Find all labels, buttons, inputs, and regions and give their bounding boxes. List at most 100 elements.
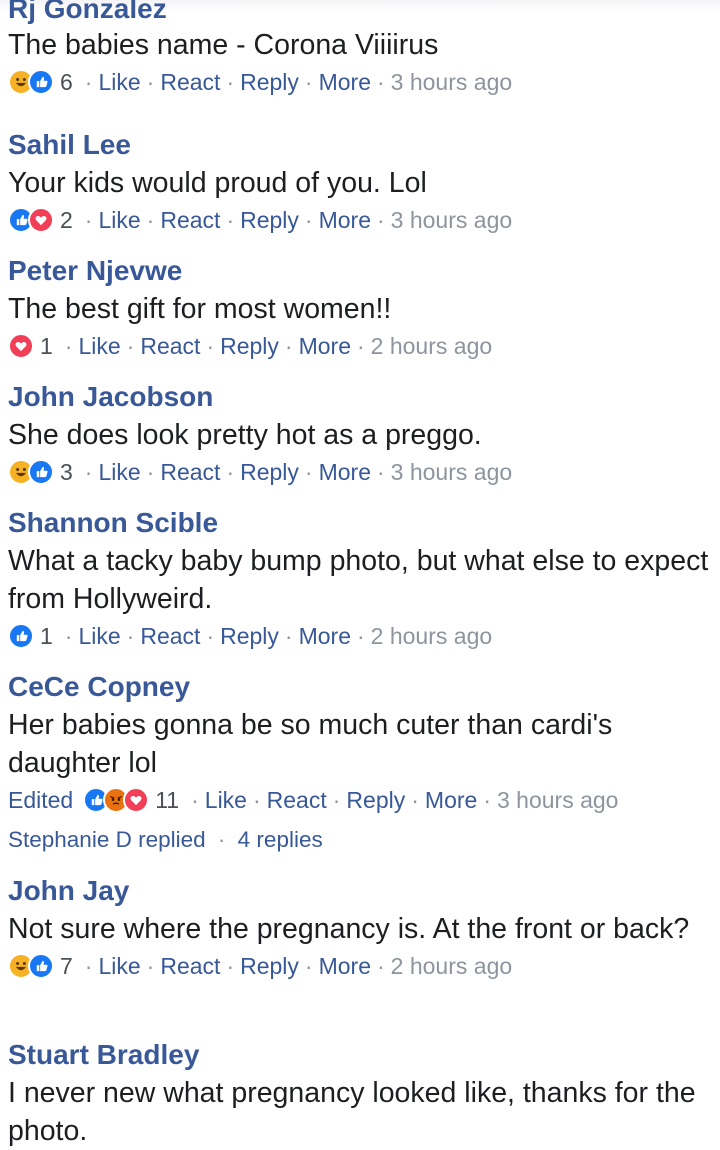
reply-action[interactable]: Reply [220, 333, 279, 360]
like-action[interactable]: Like [98, 459, 140, 486]
separator: · [146, 952, 155, 979]
react-action[interactable]: React [160, 207, 220, 234]
react-action[interactable]: React [140, 333, 200, 360]
replies-link[interactable]: Stephanie D replied · 4 replies [8, 824, 714, 856]
react-action[interactable]: React [160, 953, 220, 980]
separator: · [284, 622, 293, 649]
like-action[interactable]: Like [98, 953, 140, 980]
react-action[interactable]: React [140, 623, 200, 650]
react-action[interactable]: React [160, 459, 220, 486]
more-action[interactable]: More [319, 207, 371, 234]
separator: · [226, 68, 235, 95]
separator: · [304, 952, 313, 979]
more-action[interactable]: More [425, 787, 477, 814]
comment-text: She does look pretty hot as a preggo. [8, 419, 482, 451]
reaction-count[interactable]: 6 [60, 69, 73, 96]
reaction-summary[interactable] [8, 69, 54, 95]
separator: · [252, 786, 261, 813]
comment: Peter Njevwe The best gift for most wome… [8, 254, 714, 364]
comment-time[interactable]: 3 hours ago [391, 459, 512, 486]
comment-meta: 3 · Like · React · Reply · More · 3 hour… [8, 454, 714, 490]
reply-action[interactable]: Reply [240, 459, 299, 486]
comment-time[interactable]: 3 hours ago [391, 207, 512, 234]
reaction-count[interactable]: 11 [155, 787, 179, 814]
comment-time[interactable]: 2 hours ago [371, 623, 492, 650]
reaction-count[interactable]: 7 [60, 953, 73, 980]
separator: · [377, 458, 385, 485]
reaction-summary[interactable] [8, 333, 34, 359]
comment-author[interactable]: John Jacobson [8, 380, 714, 414]
comment-text: Her babies gonna be so much cuter than c… [8, 709, 613, 779]
comment: John Jay Not sure where the pregnancy is… [8, 874, 714, 984]
separator: · [191, 786, 199, 813]
reply-action[interactable]: Reply [240, 953, 299, 980]
comment-author[interactable]: CeCe Copney [8, 670, 714, 704]
reaction-count[interactable]: 2 [60, 207, 73, 234]
separator: · [64, 332, 73, 359]
more-action[interactable]: More [319, 69, 371, 96]
reply-action[interactable]: Reply [346, 787, 405, 814]
comment-author[interactable]: Rj Gonzalez [8, 0, 714, 26]
comment-author[interactable]: Shannon Scible [8, 506, 714, 540]
replies-count[interactable]: 4 replies [238, 827, 323, 852]
separator: · [84, 458, 93, 485]
comment-time[interactable]: 2 hours ago [391, 953, 512, 980]
love-icon [123, 787, 150, 813]
reaction-summary[interactable] [8, 459, 54, 485]
edited-label[interactable]: Edited [8, 787, 73, 814]
reply-action[interactable]: Reply [240, 207, 299, 234]
separator: · [146, 68, 155, 95]
comment: John Jacobson She does look pretty hot a… [8, 380, 714, 490]
comment-meta: 2 · Like · React · Reply · More · 3 hour… [8, 202, 714, 238]
more-action[interactable]: More [299, 333, 351, 360]
reaction-count[interactable]: 1 [40, 623, 53, 650]
comment-time[interactable]: 3 hours ago [497, 787, 618, 814]
separator: · [377, 68, 385, 95]
like-action[interactable]: Like [205, 787, 247, 814]
reaction-summary[interactable] [8, 623, 34, 649]
more-action[interactable]: More [319, 953, 371, 980]
separator: · [377, 952, 385, 979]
comment-meta: 6 · Like · React · Reply · More · 3 hour… [8, 64, 714, 100]
comment: CeCe Copney Her babies gonna be so much … [8, 670, 714, 856]
comment: Sahil Lee Your kids would proud of you. … [8, 128, 714, 238]
like-action[interactable]: Like [98, 207, 140, 234]
love-icon [8, 333, 34, 359]
like-action[interactable]: Like [98, 69, 140, 96]
separator: · [126, 332, 135, 359]
reply-action[interactable]: Reply [220, 623, 279, 650]
comment-author[interactable]: Peter Njevwe [8, 254, 714, 288]
like-action[interactable]: Like [78, 333, 120, 360]
comment-text: What a tacky baby bump photo, but what e… [8, 545, 709, 615]
like-action[interactable]: Like [78, 623, 120, 650]
comment-text: Your kids would proud of you. Lol [8, 167, 427, 199]
separator: · [146, 206, 155, 233]
more-action[interactable]: More [319, 459, 371, 486]
comment-time[interactable]: 2 hours ago [371, 333, 492, 360]
separator: · [226, 952, 235, 979]
comment-time[interactable]: 3 hours ago [391, 69, 512, 96]
comment-meta: 7 · Like · React · Reply · More · 2 hour… [8, 948, 714, 984]
separator: · [304, 206, 313, 233]
reaction-summary[interactable] [83, 787, 150, 813]
reply-action[interactable]: Reply [240, 69, 299, 96]
separator: · [483, 786, 491, 813]
reaction-count[interactable]: 1 [40, 333, 53, 360]
separator: · [64, 622, 73, 649]
comment-meta: 1 · Like · React · Reply · More · 2 hour… [8, 328, 714, 364]
comment-author[interactable]: John Jay [8, 874, 714, 908]
more-action[interactable]: More [299, 623, 351, 650]
reaction-summary[interactable] [8, 207, 54, 233]
react-action[interactable]: React [267, 787, 327, 814]
comment: Shannon Scible What a tacky baby bump ph… [8, 506, 714, 654]
reaction-summary[interactable] [8, 953, 54, 979]
replies-author[interactable]: Stephanie D replied [8, 827, 206, 852]
separator: · [84, 206, 93, 233]
comment-author[interactable]: Sahil Lee [8, 128, 714, 162]
reaction-count[interactable]: 3 [60, 459, 73, 486]
separator: · [84, 952, 93, 979]
like-icon [28, 69, 54, 95]
react-action[interactable]: React [160, 69, 220, 96]
comment-author[interactable]: Stuart Bradley [8, 1038, 714, 1072]
separator: · [146, 458, 155, 485]
